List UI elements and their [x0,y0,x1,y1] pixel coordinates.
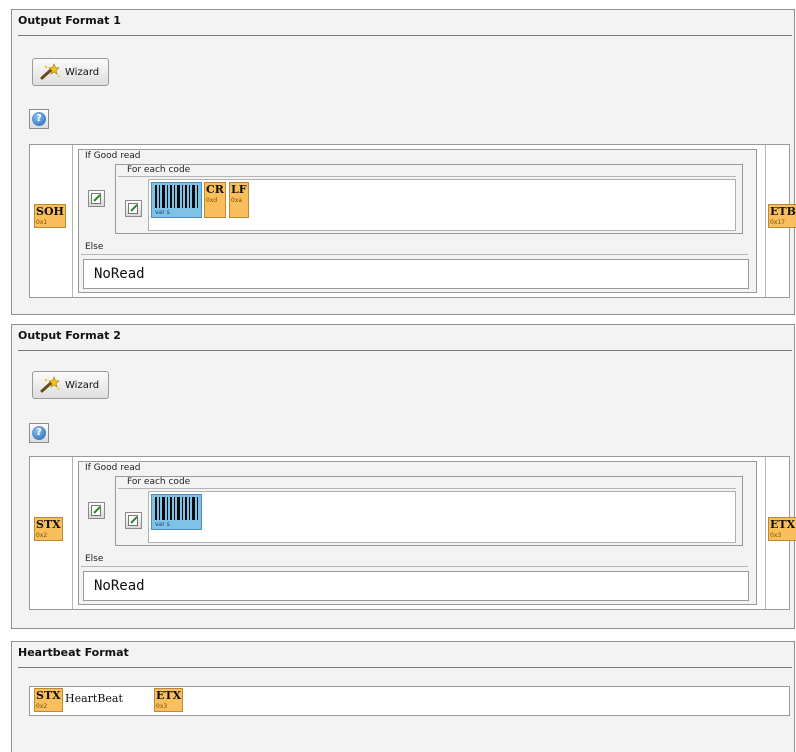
for-each-divider [118,488,736,489]
output-format-2-panel: Output Format 2 Wizard ? STX 0x2 If Good… [11,324,796,629]
wand-icon [40,376,60,393]
heartbeat-prefix-symbol: STX [36,689,61,702]
edit-icon [91,193,101,204]
edit-icon [128,515,138,526]
wizard-button[interactable]: Wizard [32,58,109,86]
barcode-variable-label: var s [155,209,170,216]
edit-foreach-button[interactable] [125,512,142,529]
else-divider [81,566,748,567]
noread-field[interactable]: NoRead [83,571,749,601]
barcode-variable-token[interactable]: var s [151,494,202,530]
for-each-content: var s [148,491,736,543]
panel-title: Output Format 2 [18,329,121,342]
heartbeat-text: HeartBeat [65,692,123,705]
wizard-button-label: Wizard [65,66,100,78]
help-icon: ? [32,426,46,440]
left-divider [72,145,73,297]
for-each-code-label: For each code [127,477,191,487]
title-divider [18,35,792,36]
cr-symbol: CR [206,183,224,196]
if-good-read-label: If Good read [85,463,141,473]
wizard-button-label: Wizard [65,379,100,391]
lf-symbol: LF [231,183,247,196]
heartbeat-editor-field[interactable]: STX 0x2 HeartBeat ETX 0x3 [29,686,790,716]
suffix-token[interactable]: ETX 0x3 [768,517,796,541]
else-label: Else [85,554,104,564]
title-divider [18,667,792,668]
for-each-content: var s CR 0xd LF 0xa [148,179,736,231]
help-button[interactable]: ? [29,423,49,443]
cr-token[interactable]: CR 0xd [204,182,226,218]
prefix-symbol: STX [36,518,61,531]
right-divider [765,457,766,609]
else-label: Else [85,242,104,252]
wizard-button[interactable]: Wizard [32,371,109,399]
edit-icon [91,505,101,516]
heartbeat-suffix-hex: 0x3 [156,703,168,710]
heartbeat-format-panel: Heartbeat Format STX 0x2 HeartBeat ETX 0… [11,641,795,752]
barcode-icon [154,497,199,520]
panel-title: Heartbeat Format [18,646,129,659]
heartbeat-suffix-symbol: ETX [156,689,182,702]
for-each-divider [118,176,736,177]
prefix-hex: 0x2 [36,532,48,539]
if-good-read-block: If Good read For each code [78,149,757,293]
cr-hex: 0xd [206,197,218,204]
help-button[interactable]: ? [29,109,49,129]
else-divider [81,254,748,255]
edit-icon [128,203,138,214]
output-format-1-panel: Output Format 1 Wizard ? SOH 0x1 If Good… [11,9,796,315]
edit-foreach-button[interactable] [125,200,142,217]
heartbeat-prefix-token[interactable]: STX 0x2 [34,688,63,712]
for-each-code-label: For each code [127,165,191,175]
title-divider [18,350,792,351]
wand-icon [40,63,60,80]
format-editor-area: SOH 0x1 If Good read For each code var s… [29,144,796,298]
suffix-hex: 0x3 [770,532,782,539]
noread-field[interactable]: NoRead [83,259,749,289]
suffix-hex: 0x17 [770,219,786,226]
if-good-read-block: If Good read For each code [78,461,757,605]
left-divider [72,457,73,609]
edit-if-button[interactable] [88,190,105,207]
suffix-symbol: ETB [770,205,796,218]
prefix-token[interactable]: SOH 0x1 [34,204,66,228]
barcode-variable-label: var s [155,521,170,528]
suffix-token[interactable]: ETB 0x17 [768,204,796,228]
barcode-icon [154,185,199,208]
prefix-symbol: SOH [36,205,64,218]
for-each-code-block: For each code [115,476,743,546]
right-divider [765,145,766,297]
panel-title: Output Format 1 [18,14,121,27]
suffix-symbol: ETX [770,518,796,531]
heartbeat-prefix-hex: 0x2 [36,703,48,710]
edit-if-button[interactable] [88,502,105,519]
lf-token[interactable]: LF 0xa [229,182,249,218]
if-good-read-label: If Good read [85,151,141,161]
format-editor-area: STX 0x2 If Good read For each code var s… [29,456,796,610]
for-each-code-block: For each code [115,164,743,234]
lf-hex: 0xa [231,197,243,204]
prefix-token[interactable]: STX 0x2 [34,517,63,541]
prefix-hex: 0x1 [36,219,48,226]
barcode-variable-token[interactable]: var s [151,182,202,218]
heartbeat-suffix-token[interactable]: ETX 0x3 [154,688,184,712]
help-icon: ? [32,112,46,126]
